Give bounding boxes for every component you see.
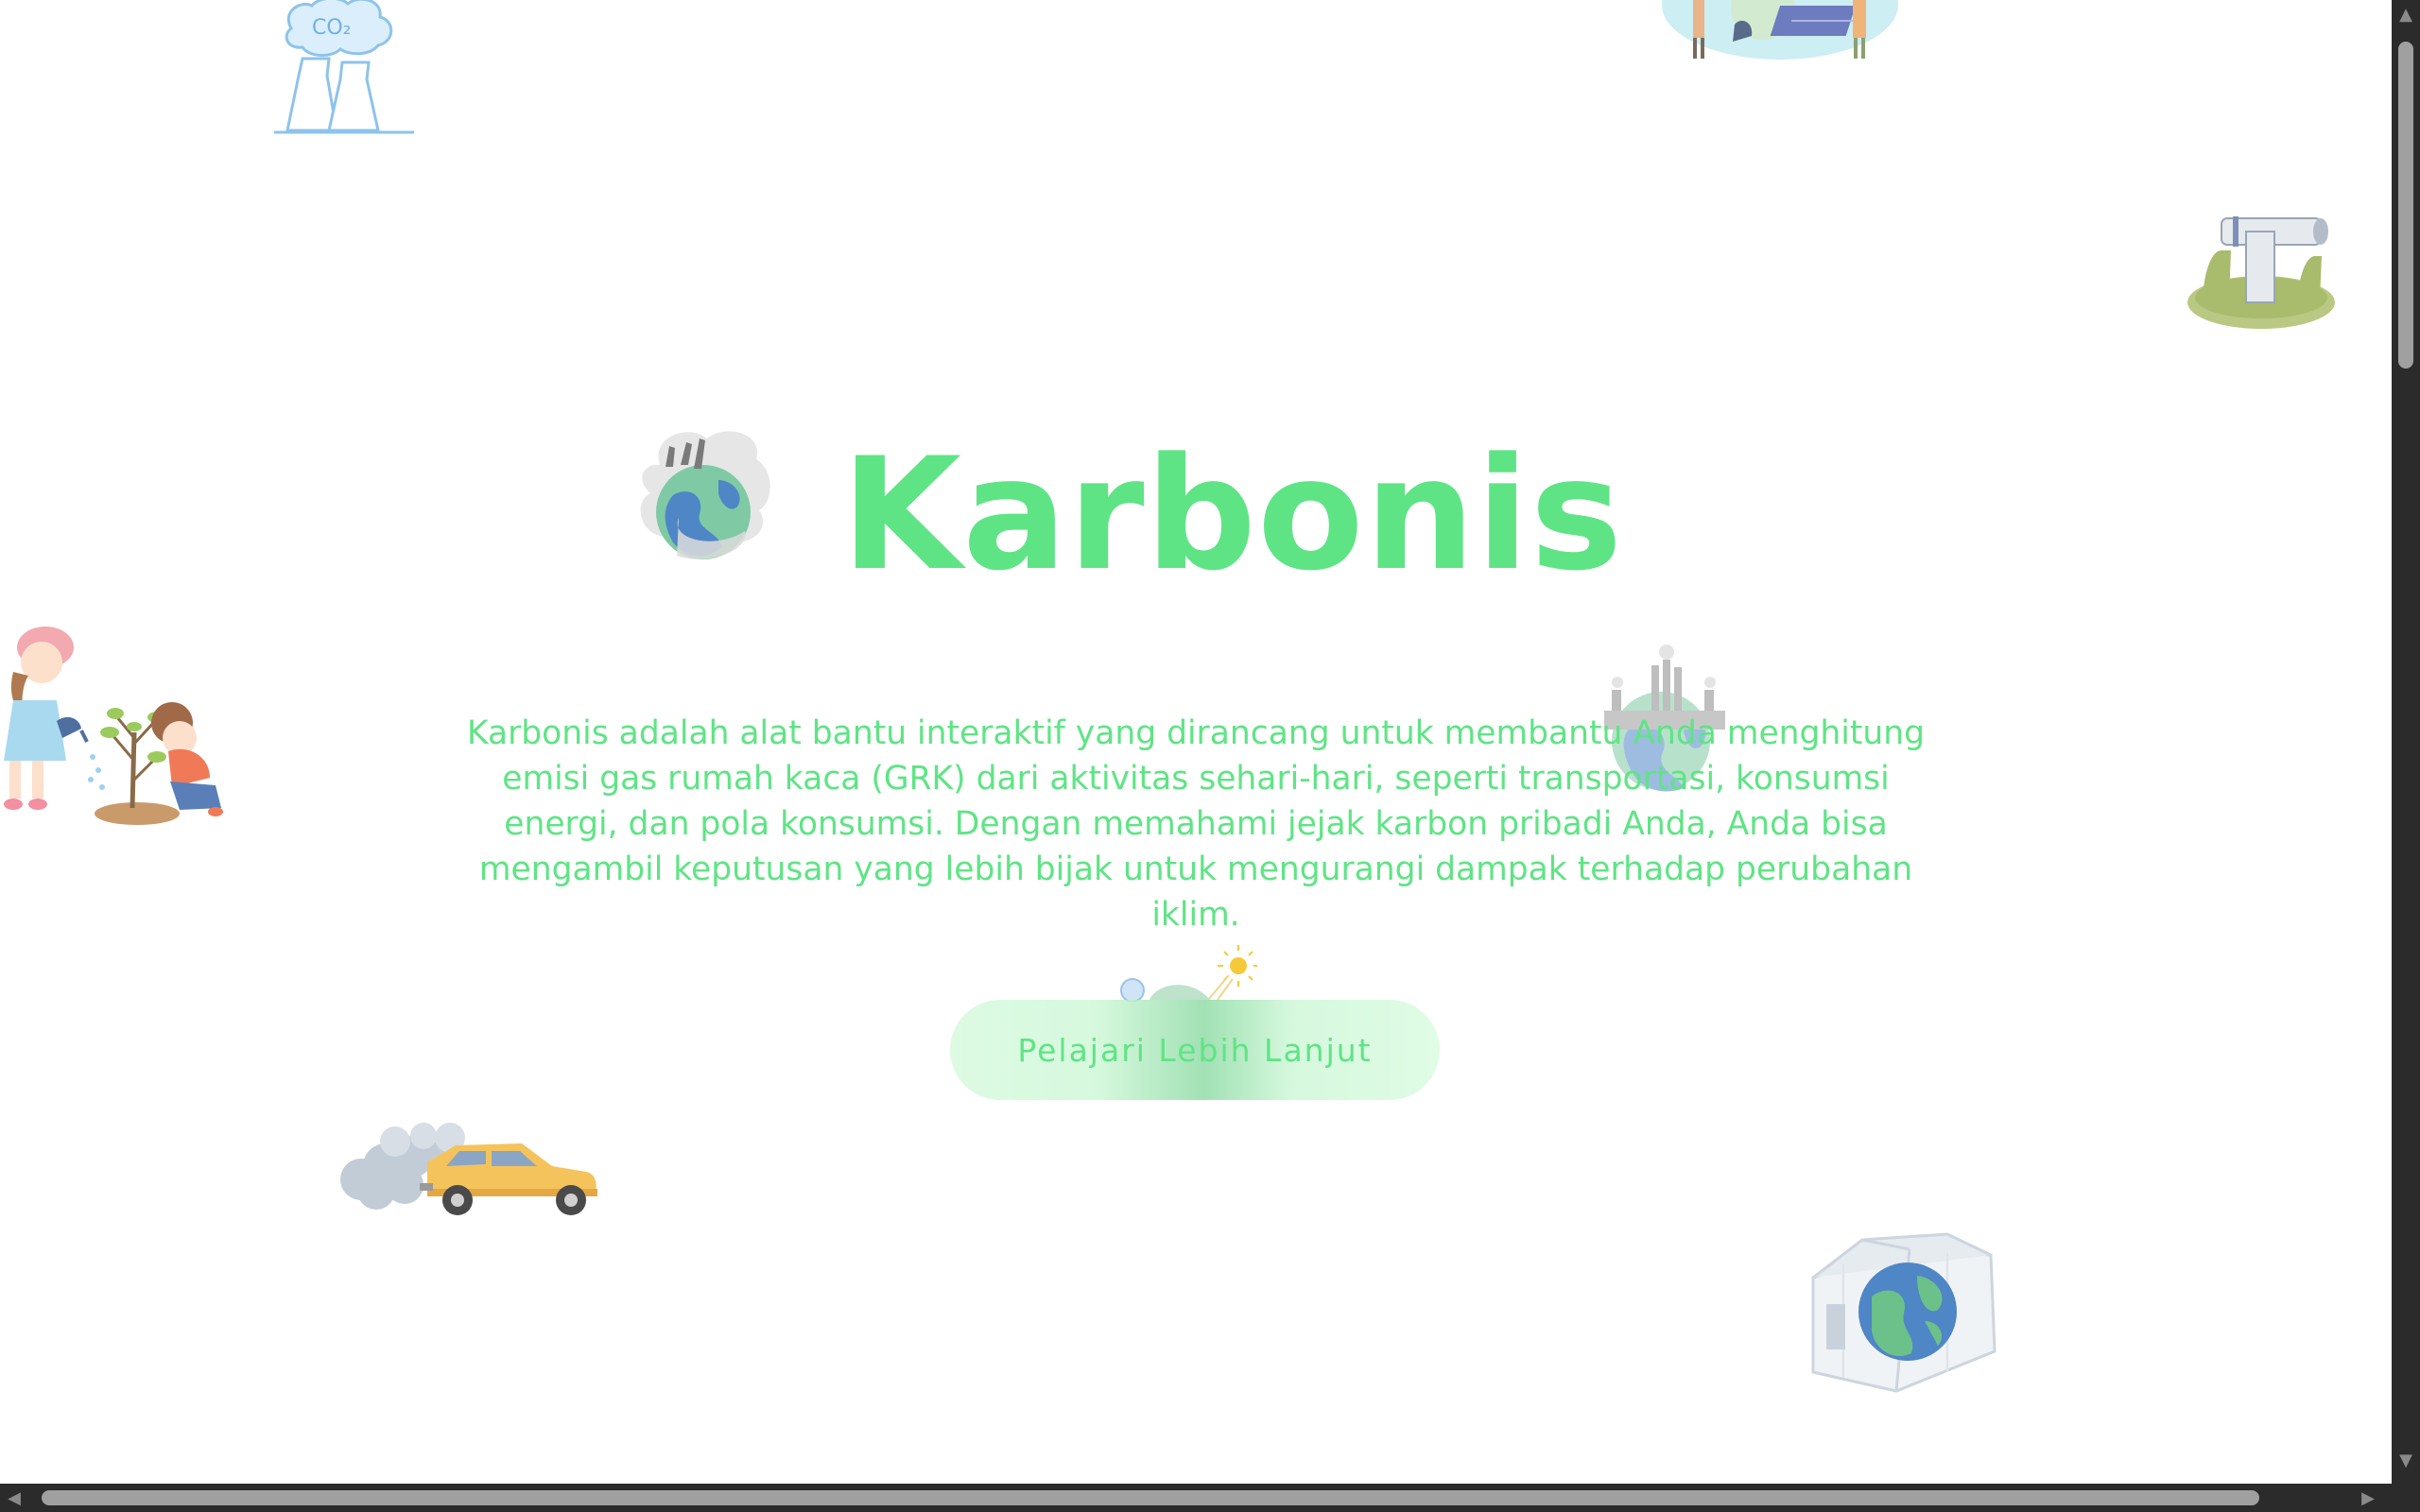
hero-description: Karbonis adalah alat bantu interaktif ya… — [466, 714, 1926, 934]
page-viewport: CO₂ Karbonis Karbonis adalah alat bantu … — [0, 0, 2392, 1484]
horizontal-scrollbar[interactable]: ◀ ▶ — [0, 1484, 2420, 1512]
horizontal-scroll-thumb[interactable] — [42, 1490, 2259, 1505]
polluted-earth-icon — [631, 427, 778, 571]
scroll-right-arrow-icon[interactable]: ▶ — [2354, 1484, 2382, 1512]
co2-factory-icon: CO₂ — [274, 0, 416, 137]
earth-greenhouse-icon — [1806, 1230, 1999, 1399]
scroll-up-arrow-icon[interactable]: ▲ — [2392, 0, 2420, 28]
scrollbar-corner — [2392, 1484, 2420, 1512]
learn-more-button[interactable]: Pelajari Lebih Lanjut — [950, 1000, 1440, 1100]
solar-panel-team-illustration — [1659, 0, 1900, 62]
vertical-scroll-thumb[interactable] — [2398, 42, 2413, 369]
pollution-pipe-icon — [2184, 213, 2340, 340]
scroll-down-arrow-icon[interactable]: ▼ — [2392, 1446, 2420, 1474]
car-exhaust-pollution-icon — [333, 1113, 599, 1222]
hero-title: Karbonis — [841, 424, 1624, 605]
sun-greenhouse-effect-icon — [1115, 945, 1257, 1002]
kids-planting-tree-illustration — [0, 619, 227, 827]
co2-text: CO₂ — [312, 16, 352, 40]
scroll-left-arrow-icon[interactable]: ◀ — [0, 1484, 28, 1512]
vertical-scrollbar[interactable]: ▲ ▼ — [2392, 0, 2420, 1484]
